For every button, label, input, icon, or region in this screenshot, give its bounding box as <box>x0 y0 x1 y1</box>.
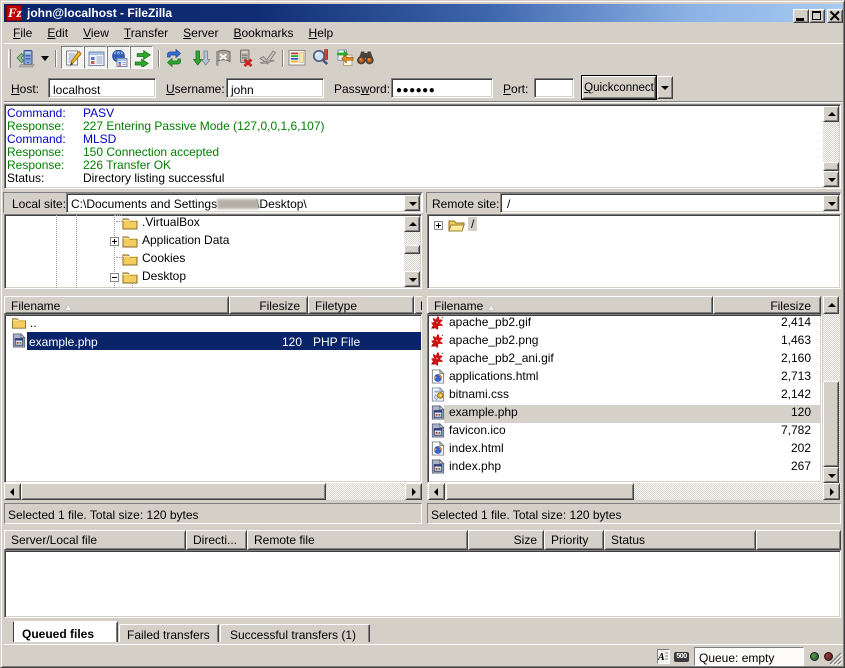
svg-text:A: A <box>658 652 665 663</box>
